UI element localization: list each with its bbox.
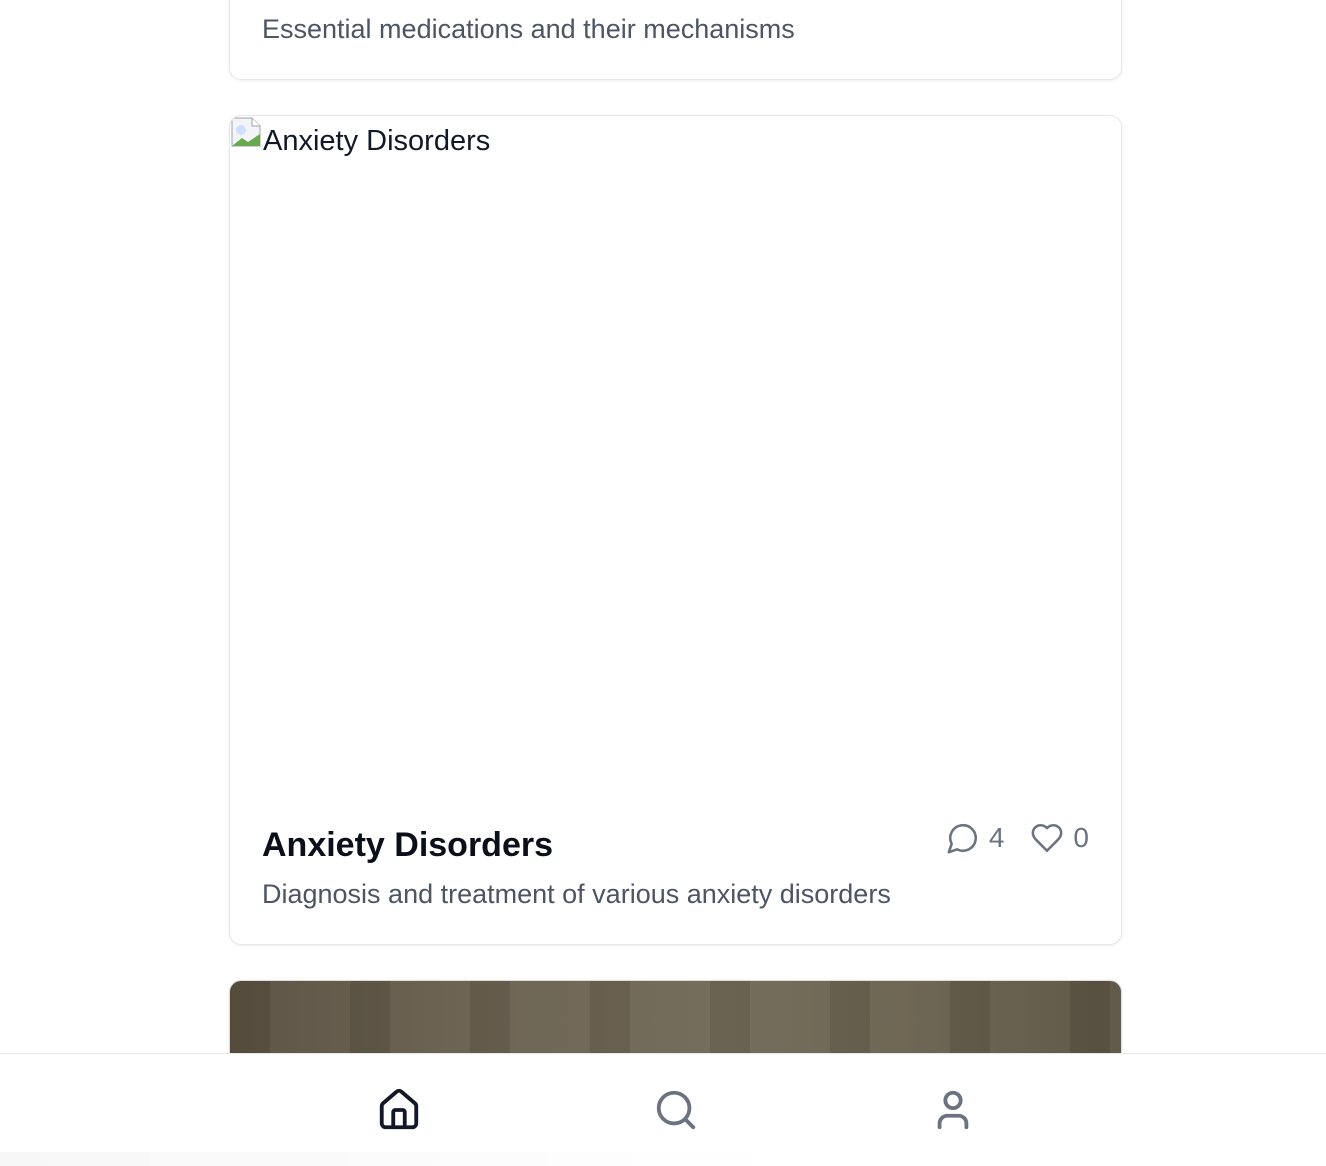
user-icon — [937, 1090, 969, 1130]
nav-home-button[interactable] — [375, 1086, 423, 1134]
card-image: Anxiety Disorders — [230, 116, 1121, 780]
nav-profile-button[interactable] — [929, 1086, 977, 1134]
heart-icon — [1031, 823, 1063, 853]
card-description: Essential medications and their mechanis… — [262, 14, 795, 44]
comment-count: 4 — [988, 822, 1005, 853]
broken-image-icon — [231, 117, 261, 147]
nav-search-button[interactable] — [652, 1086, 700, 1134]
nav-shadow — [0, 1152, 800, 1166]
search-icon — [656, 1090, 696, 1130]
like-count: 0 — [1073, 822, 1089, 853]
card-description: Diagnosis and treatment of various anxie… — [262, 879, 891, 909]
topic-card-anxiety-disorders[interactable]: Anxiety Disorders Anxiety Disorders 4 0 … — [229, 115, 1122, 945]
image-alt-text: Anxiety Disorders — [263, 125, 491, 157]
card-title: Anxiety Disorders — [262, 826, 553, 864]
bottom-navigation — [0, 1053, 1326, 1166]
like-button[interactable]: 0 — [1030, 821, 1089, 855]
comment-button[interactable]: 4 — [946, 821, 1005, 855]
card-stats: 4 0 — [946, 821, 1089, 855]
home-icon — [379, 1088, 419, 1130]
topic-card[interactable]: Essential medications and their mechanis… — [229, 0, 1122, 80]
comment-icon — [947, 823, 977, 854]
